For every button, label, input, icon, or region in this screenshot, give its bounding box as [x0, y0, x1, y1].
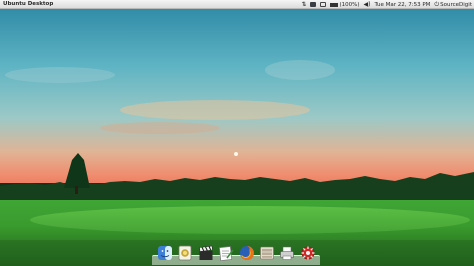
mail-icon — [320, 2, 327, 7]
mail-indicator[interactable] — [320, 0, 327, 9]
battery-label: (100%) — [339, 1, 360, 8]
dock-launcher-video[interactable] — [198, 245, 214, 261]
clock-indicator[interactable]: Tue Mar 22, 7:53 PM — [374, 0, 430, 9]
user-name: SourceDigit — [440, 1, 472, 8]
firefox-icon — [240, 246, 254, 260]
finder-icon — [158, 246, 172, 260]
desktop[interactable]: Ubuntu Desktop ⇅ (100%) ◀) Tue Mar 22, 7… — [0, 0, 474, 266]
dock — [152, 243, 320, 265]
dock-launcher-text-editor[interactable] — [218, 245, 234, 261]
file-manager-icon — [260, 246, 274, 260]
network-indicator[interactable]: ⇅ — [301, 0, 306, 9]
dock-launcher-photos[interactable] — [177, 245, 193, 261]
keyboard-layout-icon — [310, 2, 317, 7]
clapper-board-icon — [199, 245, 213, 260]
dock-launcher-file-manager[interactable] — [259, 245, 275, 261]
session-indicator[interactable]: ⏻ SourceDigit — [434, 0, 472, 9]
volume-indicator[interactable]: ◀) — [364, 0, 371, 9]
battery-indicator[interactable]: (100%) — [330, 0, 360, 9]
power-icon: ⏻ — [434, 1, 440, 8]
battery-icon — [330, 2, 339, 7]
dock-launcher-firefox[interactable] — [239, 245, 255, 261]
text-editor-icon — [219, 246, 234, 261]
photos-icon — [178, 245, 192, 261]
top-panel: Ubuntu Desktop ⇅ (100%) ◀) Tue Mar 22, 7… — [0, 0, 474, 9]
keyboard-layout-indicator[interactable] — [310, 0, 317, 9]
panel-indicators: ⇅ (100%) ◀) Tue Mar 22, 7:53 PM ⏻ Source… — [297, 0, 472, 9]
network-icon: ⇅ — [301, 1, 307, 8]
dock-launcher-printer[interactable] — [279, 245, 295, 261]
panel-title: Ubuntu Desktop — [3, 1, 54, 7]
clock-label: Tue Mar 22, 7:53 PM — [374, 1, 431, 8]
settings-icon — [301, 246, 315, 260]
wallpaper-landscape — [0, 0, 474, 266]
volume-icon: ◀) — [363, 1, 371, 8]
dock-launcher-settings[interactable] — [300, 245, 316, 261]
dock-launcher-finder[interactable] — [157, 245, 173, 261]
printer-icon — [280, 246, 294, 260]
